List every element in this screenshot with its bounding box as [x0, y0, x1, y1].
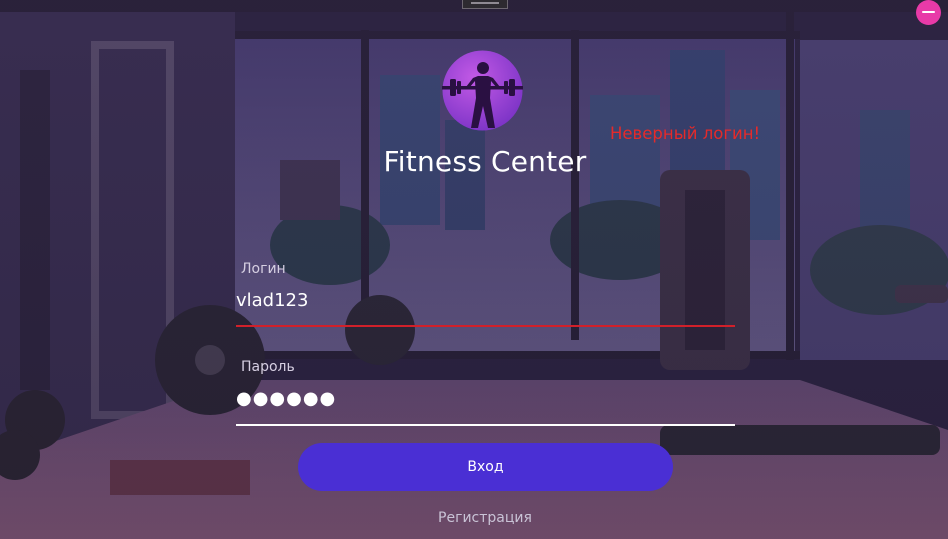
- password-label: Пароль: [241, 359, 295, 375]
- window-drag-handle[interactable]: [462, 0, 508, 9]
- password-underline: [236, 424, 735, 426]
- login-error-message: Неверный логин!: [610, 124, 761, 143]
- password-input[interactable]: [236, 383, 733, 413]
- login-input[interactable]: [236, 285, 733, 315]
- register-link[interactable]: Регистрация: [0, 510, 948, 526]
- login-underline-error: [236, 325, 735, 327]
- login-button[interactable]: Вход: [298, 443, 673, 491]
- app-title: Fitness Center: [383, 145, 587, 178]
- login-label: Логин: [241, 261, 286, 277]
- minimize-icon[interactable]: [916, 0, 941, 25]
- fitness-logo-icon: [442, 50, 523, 131]
